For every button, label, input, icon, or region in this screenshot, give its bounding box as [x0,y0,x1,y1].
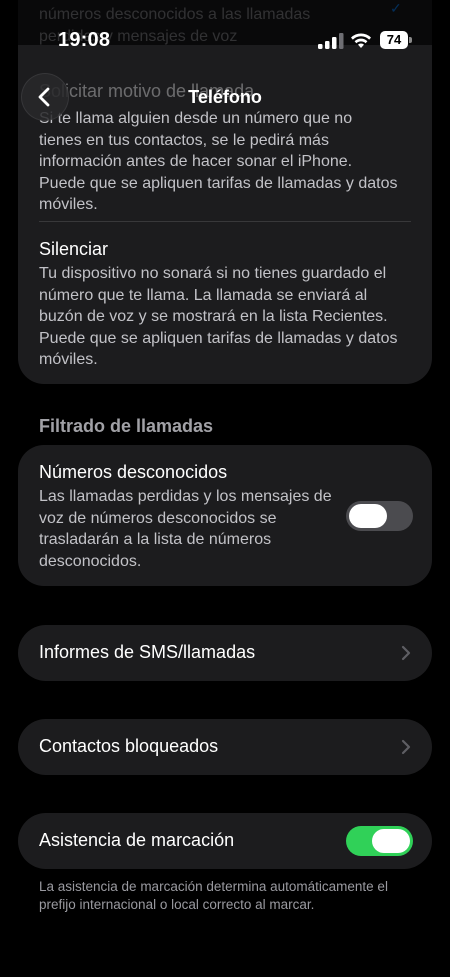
chevron-right-icon [401,645,411,661]
status-time: 19:08 [58,29,111,51]
dial-assist-footnote: La asistencia de marcación determina aut… [39,879,388,912]
blocked-contacts-row[interactable]: Contactos bloqueados [18,719,432,775]
silence-option-description: Tu dispositivo no sonará si no tienes gu… [39,265,398,368]
unknown-numbers-toggle[interactable] [346,501,413,531]
page-title: Teléfono [188,87,262,107]
unknown-numbers-description: Las llamadas perdidas y los mensajes de … [39,488,332,570]
battery-icon: 74 [380,31,412,49]
chevron-right-icon [401,739,411,755]
dial-assist-label: Asistencia de marcación [39,830,235,850]
toggle-knob [349,504,387,528]
sms-call-reports-row[interactable]: Informes de SMS/llamadas [18,625,432,681]
battery-level: 74 [380,31,408,49]
sms-call-reports-label: Informes de SMS/llamadas [39,642,256,662]
dial-assist-row: Asistencia de marcación [18,813,432,869]
toggle-knob [372,829,410,853]
wifi-icon [351,33,371,48]
call-filtering-header: Filtrado de llamadas [39,416,214,436]
unknown-numbers-card: Números desconocidos Las llamadas perdid… [18,445,432,586]
silence-option-title[interactable]: Silenciar [39,239,108,260]
status-bar: 19:08 74 [0,0,450,70]
divider [39,221,411,222]
unknown-numbers-title: Números desconocidos [39,462,228,482]
navigation-bar: Teléfono [0,70,450,126]
cellular-signal-icon [318,33,344,49]
blocked-contacts-label: Contactos bloqueados [39,736,219,756]
dial-assist-toggle[interactable] [346,826,413,856]
